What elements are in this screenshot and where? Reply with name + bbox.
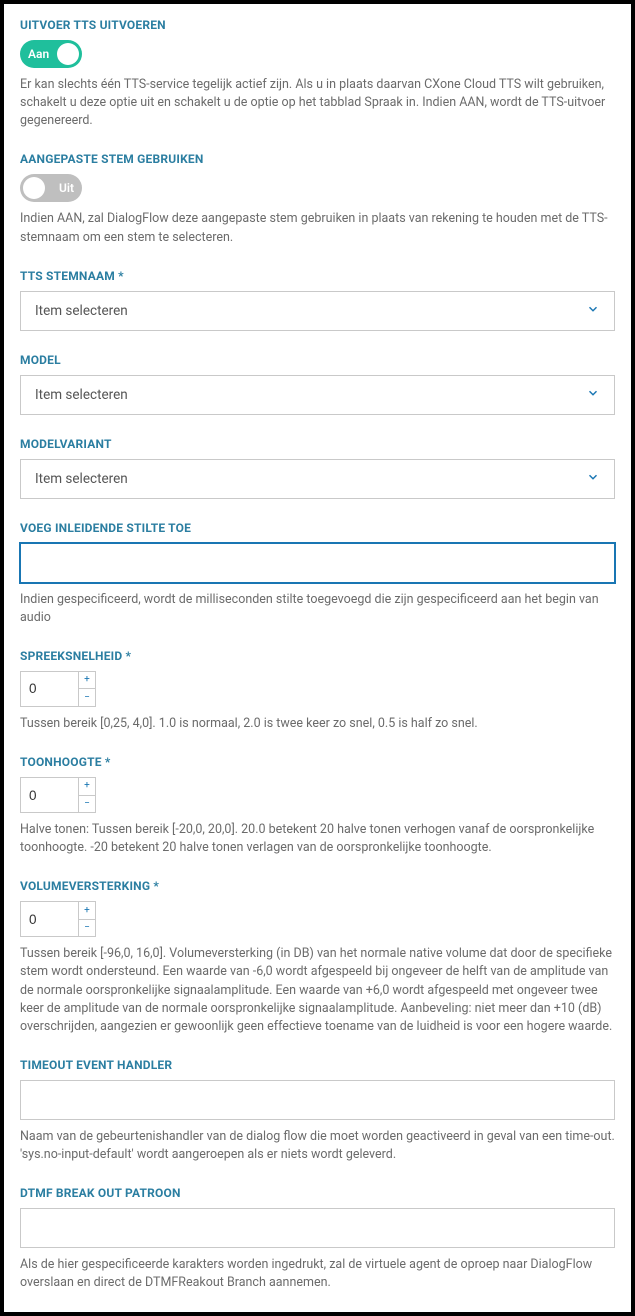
pitch-input[interactable] bbox=[20, 777, 78, 813]
speaking-rate-input[interactable] bbox=[20, 671, 78, 707]
volume-gain-input[interactable] bbox=[20, 901, 78, 937]
stepper-buttons: + − bbox=[78, 777, 96, 813]
chevron-down-icon bbox=[586, 470, 600, 488]
select-placeholder: Item selecteren bbox=[35, 303, 128, 319]
tts-voice-name-select[interactable]: Item selecteren bbox=[20, 291, 615, 331]
tts-voice-name-label: TTS STEMNAAM * bbox=[20, 269, 615, 283]
minus-icon: − bbox=[84, 799, 90, 809]
plus-icon: + bbox=[84, 781, 90, 791]
perform-tts-label: UITVOER TTS UITVOEREN bbox=[20, 18, 615, 32]
select-placeholder: Item selecteren bbox=[35, 471, 128, 487]
stepper-up-button[interactable]: + bbox=[78, 671, 96, 689]
toggle-knob bbox=[57, 43, 79, 65]
dtmf-breakout-input[interactable] bbox=[20, 1208, 615, 1248]
model-group: MODEL Item selecteren bbox=[20, 353, 615, 415]
stepper-down-button[interactable]: − bbox=[78, 919, 96, 938]
chevron-down-icon bbox=[586, 386, 600, 404]
stepper-up-button[interactable]: + bbox=[78, 901, 96, 919]
timeout-handler-help: Naam van de gebeurtenishandler van de di… bbox=[20, 1128, 615, 1164]
model-variant-select[interactable]: Item selecteren bbox=[20, 459, 615, 499]
timeout-handler-label: TIMEOUT EVENT HANDLER bbox=[20, 1058, 615, 1072]
pitch-group: TOONHOOGTE * + − Halve tonen: Tussen ber… bbox=[20, 755, 615, 857]
model-variant-group: MODELVARIANT Item selecteren bbox=[20, 437, 615, 499]
plus-icon: + bbox=[84, 675, 90, 685]
minus-icon: − bbox=[84, 923, 90, 933]
dtmf-breakout-help: Als de hier gespecificeerde karakters wo… bbox=[20, 1256, 615, 1292]
volume-gain-label: VOLUMEVERSTERKING * bbox=[20, 879, 615, 893]
pitch-help: Halve tonen: Tussen bereik [-20,0, 20,0]… bbox=[20, 821, 615, 857]
leading-silence-group: VOEG INLEIDENDE STILTE TOE Indien gespec… bbox=[20, 521, 615, 627]
timeout-handler-input[interactable] bbox=[20, 1080, 615, 1120]
stepper-up-button[interactable]: + bbox=[78, 777, 96, 795]
custom-voice-help: Indien AAN, zal DialogFlow deze aangepas… bbox=[20, 210, 615, 246]
model-label: MODEL bbox=[20, 353, 615, 367]
stepper-buttons: + − bbox=[78, 671, 96, 707]
leading-silence-label: VOEG INLEIDENDE STILTE TOE bbox=[20, 521, 615, 535]
custom-voice-toggle[interactable]: Uit bbox=[20, 174, 82, 202]
volume-gain-help: Tussen bereik [-96,0, 16,0]. Volumeverst… bbox=[20, 945, 615, 1036]
speaking-rate-group: SPREEKSNELHEID * + − Tussen bereik [0,25… bbox=[20, 649, 615, 733]
settings-form: UITVOER TTS UITVOEREN Aan Er kan slechts… bbox=[0, 0, 635, 1316]
toggle-on-text: Aan bbox=[28, 47, 49, 61]
select-placeholder: Item selecteren bbox=[35, 387, 128, 403]
model-select[interactable]: Item selecteren bbox=[20, 375, 615, 415]
pitch-stepper: + − bbox=[20, 777, 615, 813]
dtmf-breakout-group: DTMF BREAK OUT PATROON Als de hier gespe… bbox=[20, 1186, 615, 1292]
tts-voice-name-group: TTS STEMNAAM * Item selecteren bbox=[20, 269, 615, 331]
minus-icon: − bbox=[84, 693, 90, 703]
plus-icon: + bbox=[84, 906, 90, 916]
toggle-knob bbox=[23, 177, 45, 199]
perform-tts-help: Er kan slechts één TTS-service tegelijk … bbox=[20, 76, 615, 130]
speaking-rate-label: SPREEKSNELHEID * bbox=[20, 649, 615, 663]
custom-voice-group: AANGEPASTE STEM GEBRUIKEN Uit Indien AAN… bbox=[20, 152, 615, 246]
dtmf-breakout-label: DTMF BREAK OUT PATROON bbox=[20, 1186, 615, 1200]
volume-gain-group: VOLUMEVERSTERKING * + − Tussen bereik [-… bbox=[20, 879, 615, 1036]
speaking-rate-help: Tussen bereik [0,25, 4,0]. 1.0 is normaa… bbox=[20, 715, 615, 733]
stepper-down-button[interactable]: − bbox=[78, 795, 96, 814]
stepper-down-button[interactable]: − bbox=[78, 688, 96, 707]
custom-voice-label: AANGEPASTE STEM GEBRUIKEN bbox=[20, 152, 615, 166]
model-variant-label: MODELVARIANT bbox=[20, 437, 615, 451]
perform-tts-group: UITVOER TTS UITVOEREN Aan Er kan slechts… bbox=[20, 18, 615, 130]
perform-tts-toggle[interactable]: Aan bbox=[20, 40, 82, 68]
volume-gain-stepper: + − bbox=[20, 901, 615, 937]
stepper-buttons: + − bbox=[78, 901, 96, 937]
chevron-down-icon bbox=[586, 302, 600, 320]
speaking-rate-stepper: + − bbox=[20, 671, 615, 707]
toggle-off-text: Uit bbox=[59, 181, 74, 195]
pitch-label: TOONHOOGTE * bbox=[20, 755, 615, 769]
leading-silence-help: Indien gespecificeerd, wordt de millisec… bbox=[20, 591, 615, 627]
leading-silence-input[interactable] bbox=[20, 543, 615, 583]
timeout-handler-group: TIMEOUT EVENT HANDLER Naam van de gebeur… bbox=[20, 1058, 615, 1164]
